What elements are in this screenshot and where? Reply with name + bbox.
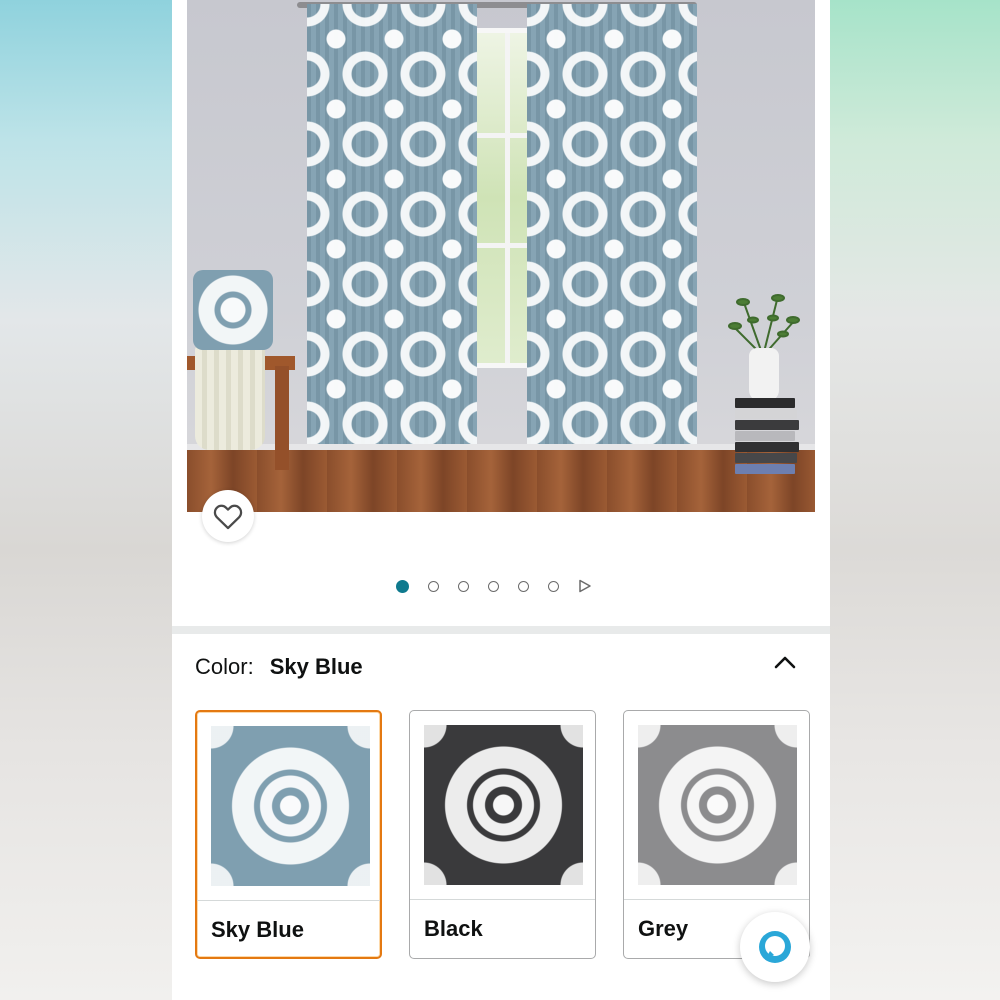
color-selector: Color: Sky Blue Sky Blue Black Grey (172, 634, 830, 1000)
swatch-label: Black (424, 916, 483, 941)
carousel-dot[interactable] (518, 580, 529, 592)
product-image[interactable] (187, 0, 815, 512)
curtain-panel-left (307, 4, 477, 466)
curtain-panel-right (527, 4, 697, 466)
carousel-dot[interactable] (396, 579, 409, 593)
image-carousel-indicators (396, 576, 594, 596)
section-divider (172, 626, 830, 634)
color-header: Color: Sky Blue (195, 654, 363, 680)
product-image-card (172, 0, 830, 624)
bench-leg (275, 366, 289, 470)
background-right (830, 0, 1000, 1000)
plant (728, 294, 800, 356)
swatch-label: Grey (638, 916, 689, 941)
swatch-image (211, 726, 370, 886)
pillow (193, 270, 273, 350)
selected-color-value: Sky Blue (269, 654, 363, 679)
carousel-dot[interactable] (488, 580, 499, 592)
carousel-video-button[interactable] (578, 578, 594, 594)
play-icon (579, 579, 591, 593)
collapse-button[interactable] (772, 650, 798, 676)
carousel-dot[interactable] (548, 580, 559, 592)
heart-icon (213, 504, 243, 530)
alexa-icon (759, 931, 791, 963)
carousel-dot[interactable] (458, 580, 469, 592)
book-stack (735, 398, 799, 474)
alexa-button[interactable] (740, 912, 810, 982)
swatch-image (638, 725, 797, 885)
favorite-button[interactable] (202, 490, 254, 542)
background-left (0, 0, 172, 1000)
app-screen: Color: Sky Blue Sky Blue Black Grey (172, 0, 830, 1000)
color-label: Color: (195, 654, 254, 679)
chevron-up-icon (774, 656, 796, 669)
vase (749, 348, 779, 402)
swatch-black[interactable]: Black (409, 710, 596, 959)
swatch-label: Sky Blue (211, 917, 304, 942)
swatch-image (424, 725, 583, 885)
swatch-sky-blue[interactable]: Sky Blue (195, 710, 382, 959)
color-swatches: Sky Blue Black Grey (195, 710, 830, 959)
carousel-dot[interactable] (428, 580, 439, 592)
throw-blanket (195, 346, 265, 450)
